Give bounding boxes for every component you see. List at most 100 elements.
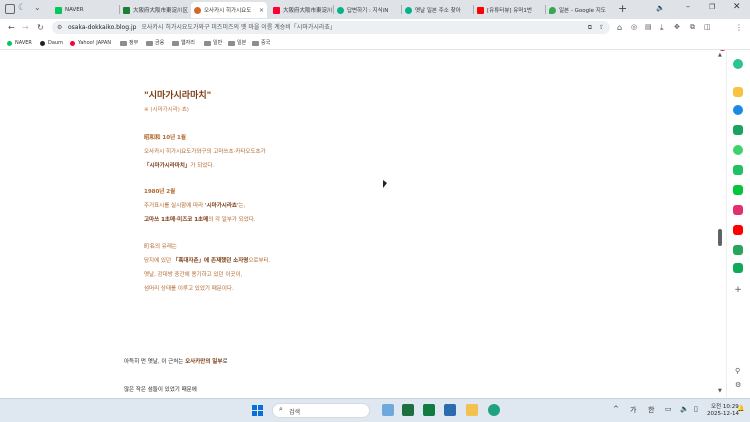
tab-kin-search[interactable]: 옛날 일본 주소 찾아 (402, 2, 472, 18)
naver-icon (55, 6, 62, 14)
store-icon[interactable] (444, 404, 456, 416)
volume-icon[interactable]: 🔈 (680, 405, 689, 413)
assistant-icon[interactable] (733, 59, 743, 69)
leaf-icon[interactable] (733, 245, 743, 255)
tab-label: 大阪府大阪市東淀川区 (133, 8, 188, 14)
bookmark-folder-government[interactable]: 정부 (120, 36, 138, 50)
forward-icon[interactable]: → (22, 19, 29, 36)
store-icon[interactable] (733, 263, 743, 273)
youtube-icon (477, 6, 484, 14)
add-icon[interactable]: + (733, 285, 743, 295)
tab-youtube[interactable]: [유튜터뷰] 유머1번 (474, 2, 544, 18)
page-scrollbar[interactable]: ▲ ▼ (716, 51, 726, 397)
notification-bell-icon[interactable]: 🔔 (737, 405, 744, 412)
section2-line2-rest: 의 각 일부가 되었다. (208, 217, 256, 223)
taskbar-search[interactable]: ⌕ 검색 (272, 403, 370, 418)
blog-icon (194, 6, 201, 14)
ime-mode[interactable]: 한 (648, 405, 654, 415)
page-title-in-url: 오사카시 히가시요도가와구 미즈미즈의 옛 마을 이름 계승비「시마가시라쵸」 (141, 24, 336, 31)
bookmark-label: Yahoo! JAPAN (78, 40, 111, 46)
play-icon[interactable] (733, 185, 743, 195)
section2-line1-b: 는, (238, 203, 246, 209)
battery-icon[interactable]: ▯ (694, 405, 698, 413)
bookmark-folder-japan[interactable]: 일본 (228, 36, 246, 50)
bookmarks-bar: NAVER Daum Yahoo! JAPAN 정부 금융 웹자리 일반 일본 … (0, 36, 750, 50)
chat-icon[interactable] (733, 165, 743, 175)
menu-icon[interactable]: ⋮ (735, 19, 743, 36)
back-icon[interactable]: ← (8, 19, 15, 36)
coupon-icon[interactable] (733, 87, 743, 97)
tab-naver[interactable]: NAVER (52, 2, 118, 18)
bookmark-label: Daum (48, 40, 63, 46)
tab-yahoo-map[interactable]: 大阪府大阪市東淀川区 (270, 2, 332, 18)
bookmark-daum[interactable]: Daum (40, 36, 63, 50)
scroll-up-icon[interactable]: ▲ (718, 52, 722, 58)
reload-icon[interactable]: ↻ (37, 19, 44, 36)
bookmark-yahoo-japan[interactable]: Yahoo! JAPAN (70, 36, 111, 50)
network-icon[interactable]: ▭ (665, 405, 672, 413)
scroll-down-icon[interactable]: ▼ (718, 388, 722, 394)
section1-line2: 「시마가시라마치」가 되었다. (144, 161, 214, 169)
site-info-icon[interactable]: ⚙ (57, 21, 62, 34)
tab-list-icon[interactable]: ⌄ (34, 3, 41, 12)
scrollbar-thumb[interactable] (718, 229, 722, 246)
home-icon[interactable]: ⌂ (617, 19, 622, 36)
mouse-cursor-icon (383, 180, 387, 188)
yahoo-icon (70, 40, 75, 46)
bookmark-folder-general[interactable]: 일반 (204, 36, 222, 50)
copy-icon[interactable]: ⧉ (588, 21, 592, 34)
maximize-button[interactable]: ❐ (709, 3, 715, 11)
clock-date[interactable]: 2025-12-14 (707, 411, 739, 417)
close-tab-icon[interactable]: × (259, 7, 264, 14)
place-name-bold: '시마가시라쵸' (204, 203, 239, 209)
google-maps-icon (549, 6, 556, 14)
side-panel: + ⚲ ⚙ (726, 51, 750, 397)
settings-icon[interactable]: ⚙ (735, 381, 741, 389)
bookmark-folder-china[interactable]: 중국 (252, 36, 270, 50)
bookmark-label: NAVER (15, 40, 32, 46)
minimize-button[interactable]: – (686, 2, 690, 11)
map-icon (123, 6, 130, 14)
folder-icon (204, 40, 211, 46)
daum-icon (40, 40, 45, 46)
edge-icon[interactable] (733, 105, 743, 115)
speaker-icon[interactable]: 🔈 (656, 4, 665, 12)
tab-kin-answer[interactable]: 답변하기 : 지식iN (334, 2, 400, 18)
app-green-icon[interactable] (423, 404, 435, 416)
section1-line2-rest: 가 되었다. (190, 163, 215, 169)
tab-search-icon[interactable] (5, 4, 15, 14)
extensions-icon[interactable]: ✥ (674, 19, 680, 36)
kakao-icon[interactable] (733, 145, 743, 155)
close-window-button[interactable]: ✕ (733, 2, 741, 12)
tray-chevron-icon[interactable]: ^ (613, 405, 619, 413)
korean-flag-icon[interactable]: ◎ (631, 19, 637, 36)
browser-taskbar-icon[interactable] (488, 404, 500, 416)
excel-icon[interactable] (402, 404, 414, 416)
capture-icon[interactable]: ⧉ (690, 19, 695, 36)
tab-label: NAVER (65, 7, 84, 13)
search-icon: ⌕ (279, 405, 283, 413)
bookmark-folder-web[interactable]: 웹자리 (172, 36, 195, 50)
youtube-icon[interactable] (733, 225, 743, 235)
new-tab-button[interactable]: + (618, 2, 627, 15)
address-bar[interactable]: ⚙ osaka-dokkaiko.blog.jp 오사카시 히가시요도가와구 미… (52, 21, 610, 34)
folder-icon (120, 40, 127, 46)
instagram-icon[interactable] (733, 205, 743, 215)
calendar-icon[interactable] (733, 125, 743, 135)
bookmark-naver[interactable]: NAVER (7, 36, 32, 50)
download-icon[interactable]: ⤓ (660, 19, 664, 36)
ime-language[interactable]: 가 (630, 405, 636, 415)
bookmark-folder-finance[interactable]: 금융 (146, 36, 164, 50)
tab-naver-map[interactable]: 大阪府大阪市東淀川区 (120, 2, 188, 18)
tab-google-maps[interactable]: 일본 - Google 지도 (546, 2, 614, 18)
pin-icon[interactable]: ⚲ (735, 367, 740, 375)
translate-icon[interactable]: ▤ (645, 19, 652, 36)
tab-blog-active[interactable]: 오사카시 히가시요도 × (191, 2, 267, 18)
search-placeholder: 검색 (289, 409, 301, 416)
widgets-icon[interactable] (382, 404, 394, 416)
sidebar-toggle-icon[interactable]: ◫ (704, 19, 711, 36)
share-icon[interactable]: ⇪ (599, 21, 604, 34)
clock-time[interactable]: 오전 10:29 (711, 402, 739, 410)
windows-start-icon[interactable] (252, 405, 263, 416)
file-explorer-icon[interactable] (466, 404, 478, 416)
